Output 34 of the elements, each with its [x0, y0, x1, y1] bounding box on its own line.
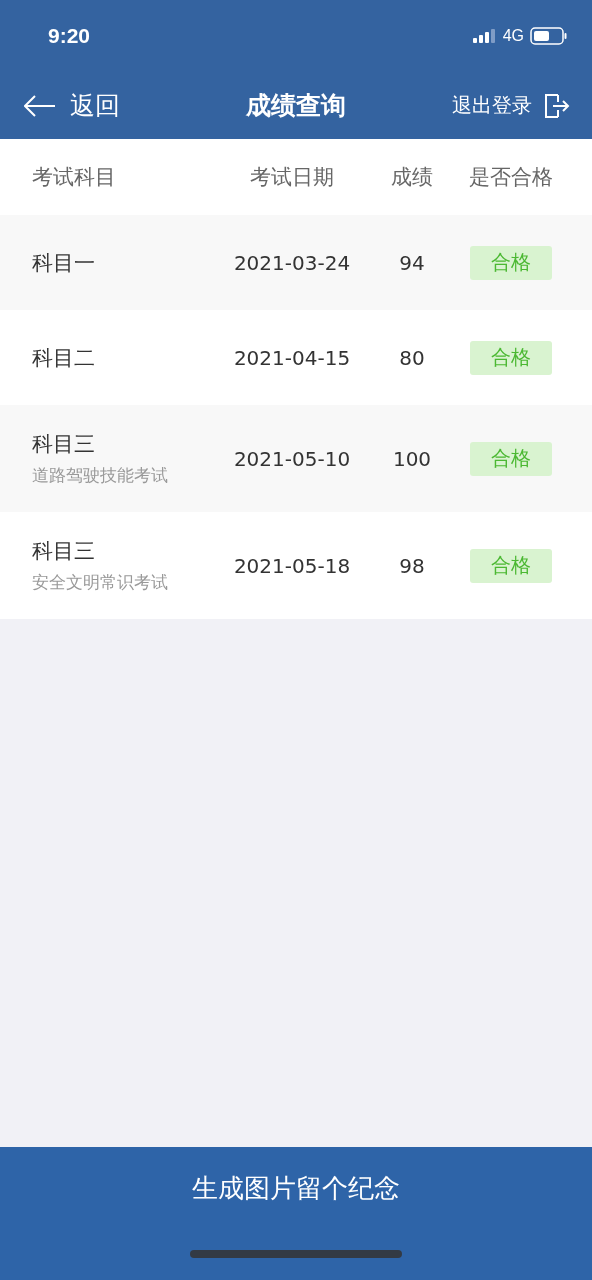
back-button[interactable]: 返回	[24, 89, 120, 122]
subject-text: 科目二	[32, 344, 96, 372]
battery-icon	[530, 27, 568, 45]
date-text: 2021-04-15	[232, 345, 352, 370]
logout-label: 退出登录	[452, 92, 532, 119]
clock-time: 9:20	[48, 24, 91, 48]
result-tag: 合格	[470, 245, 552, 280]
date-text: 2021-05-10	[232, 446, 352, 471]
subject-text: 科目三	[32, 538, 96, 565]
back-label: 返回	[70, 90, 120, 122]
subject-note: 道路驾驶技能考试	[32, 464, 169, 487]
logout-button[interactable]: 退出登录	[452, 92, 570, 119]
generate-image-button[interactable]: 生成图片留个纪念	[192, 1171, 400, 1206]
date-text: 2021-05-18	[232, 553, 352, 578]
column-header: 考试科目	[32, 164, 117, 191]
result-tag: 合格	[470, 340, 552, 375]
signal-icon	[472, 29, 497, 43]
score-text: 100	[391, 446, 433, 471]
result-tag: 合格	[470, 548, 552, 583]
network-type: 4G	[502, 27, 524, 45]
subject-note: 安全文明常识考试	[32, 571, 169, 594]
score-text: 98	[398, 553, 426, 578]
score-text: 94	[398, 250, 426, 275]
logout-icon	[544, 93, 570, 118]
column-header: 是否合格	[468, 164, 554, 191]
column-header: 考试日期	[249, 164, 335, 191]
score-text: 80	[398, 345, 426, 370]
subject-text: 科目三	[32, 431, 96, 458]
page-title: 成绩查询	[246, 90, 346, 122]
back-arrow-icon	[24, 94, 56, 117]
result-tag: 合格	[470, 441, 552, 476]
date-text: 2021-03-24	[232, 250, 352, 275]
subject-text: 科目一	[32, 249, 96, 277]
column-header: 成绩	[390, 164, 434, 191]
